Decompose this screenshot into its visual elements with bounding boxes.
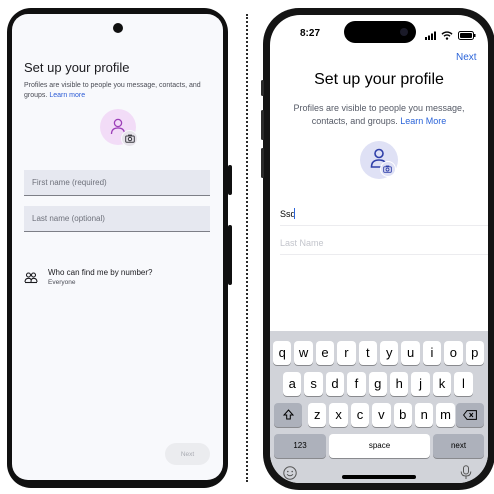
key-r[interactable]: r — [337, 341, 356, 365]
key-p[interactable]: p — [465, 341, 484, 365]
dynamic-island — [344, 21, 416, 43]
status-time: 8:27 — [300, 28, 321, 39]
last-name-field[interactable] — [280, 231, 488, 255]
key-w[interactable]: w — [294, 341, 313, 365]
people-icon — [24, 272, 38, 284]
next-button[interactable]: Next — [165, 443, 210, 465]
signal-icon — [425, 31, 436, 41]
numbers-key[interactable]: 123 — [274, 434, 326, 458]
key-s[interactable]: s — [304, 372, 323, 396]
android-volume-button — [228, 225, 232, 285]
iphone-screen: 8:27 Next Set up your profile Profiles a… — [270, 15, 488, 483]
learn-more-link[interactable]: Learn more — [49, 92, 85, 99]
next-button[interactable]: Next — [456, 52, 477, 63]
key-l[interactable]: l — [454, 372, 473, 396]
last-name-field[interactable] — [24, 206, 210, 232]
page-title: Set up your profile — [314, 71, 444, 88]
key-q[interactable]: q — [273, 341, 292, 365]
wifi-icon — [441, 31, 453, 41]
key-b[interactable]: b — [393, 403, 412, 427]
first-name-field[interactable] — [24, 170, 210, 196]
key-i[interactable]: i — [422, 341, 442, 365]
first-name-field[interactable] — [280, 202, 488, 226]
key-f[interactable]: f — [347, 372, 366, 396]
key-k[interactable]: k — [432, 372, 452, 396]
camera-icon — [383, 165, 392, 173]
who-can-find-value: Everyone — [48, 279, 76, 286]
key-o[interactable]: o — [444, 341, 463, 365]
key-n[interactable]: n — [415, 403, 434, 427]
key-e[interactable]: e — [315, 341, 335, 365]
backspace-icon — [462, 409, 477, 420]
shift-icon — [282, 409, 294, 420]
avatar-camera-button[interactable] — [380, 161, 396, 177]
front-camera — [113, 23, 123, 33]
return-key[interactable]: next — [433, 434, 484, 458]
avatar-camera-button[interactable] — [121, 130, 138, 147]
profile-description: Profiles are visible to people you messa… — [24, 81, 214, 101]
key-j[interactable]: j — [411, 372, 430, 396]
camera-icon — [125, 134, 135, 143]
divider — [246, 14, 248, 482]
android-power-button — [228, 165, 232, 195]
android-screen: Set up your profile Profiles are visible… — [12, 14, 223, 480]
key-z[interactable]: z — [308, 403, 327, 427]
key-v[interactable]: v — [372, 403, 391, 427]
iphone-action-button — [261, 80, 264, 96]
text-cursor — [294, 208, 295, 219]
key-c[interactable]: c — [350, 403, 370, 427]
shift-key[interactable] — [274, 403, 302, 427]
battery-icon — [457, 31, 476, 41]
key-m[interactable]: m — [436, 403, 455, 427]
home-indicator — [342, 475, 416, 479]
status-icons — [425, 27, 476, 45]
key-d[interactable]: d — [325, 372, 345, 396]
key-u[interactable]: u — [401, 341, 420, 365]
emoji-icon[interactable] — [283, 466, 297, 480]
profile-description: Profiles are visible to people you messa… — [288, 102, 470, 128]
key-y[interactable]: y — [380, 341, 399, 365]
microphone-icon[interactable] — [460, 465, 472, 480]
space-key[interactable]: space — [329, 434, 430, 458]
iphone-volume-up — [261, 110, 264, 140]
key-g[interactable]: g — [368, 372, 387, 396]
backspace-key[interactable] — [456, 403, 484, 427]
key-a[interactable]: a — [283, 372, 302, 396]
page-title: Set up your profile — [24, 60, 130, 75]
iphone-volume-down — [261, 148, 264, 178]
keyboard: qwertyuiop asdfghjkl zxcvbnm 123 space n… — [270, 331, 488, 483]
key-t[interactable]: t — [358, 341, 377, 365]
key-h[interactable]: h — [390, 372, 409, 396]
key-x[interactable]: x — [329, 403, 348, 427]
who-can-find-title[interactable]: Who can find me by number? — [48, 268, 153, 277]
learn-more-link[interactable]: Learn More — [400, 116, 446, 126]
